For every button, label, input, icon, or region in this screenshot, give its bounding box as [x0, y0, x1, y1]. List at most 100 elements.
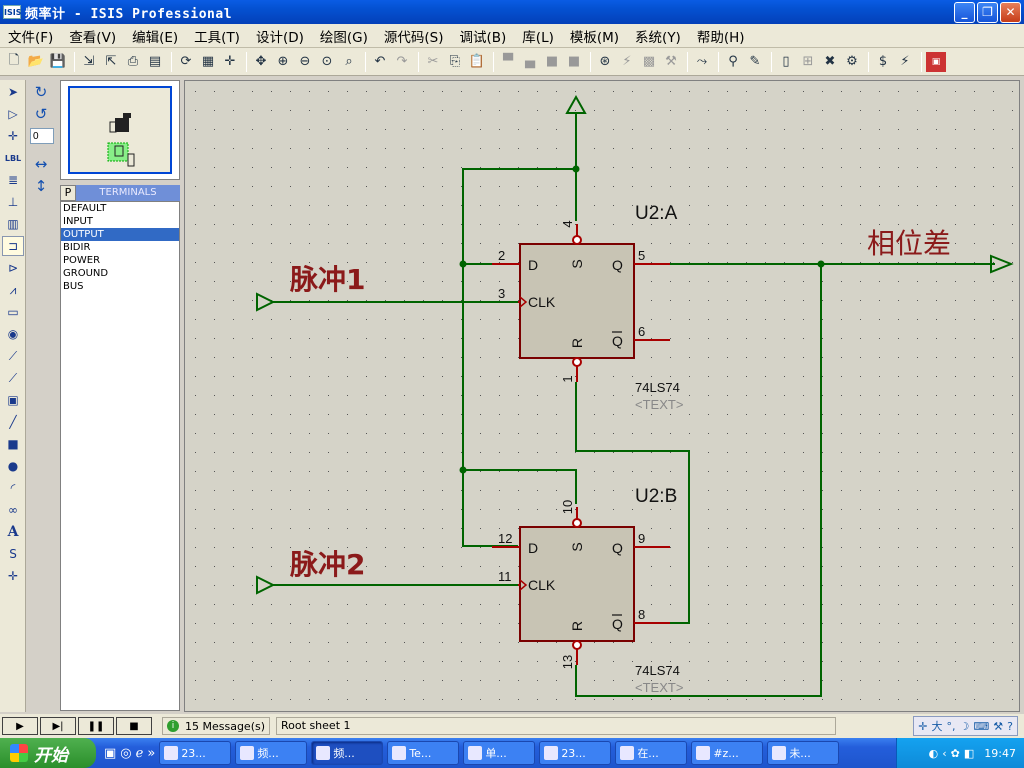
ime-mode-icon[interactable]: 大: [932, 718, 943, 734]
task-button-1[interactable]: 频...: [235, 741, 308, 765]
line-icon[interactable]: ╱: [2, 412, 24, 432]
ime-help-icon[interactable]: ?: [1007, 720, 1013, 733]
wire-label-icon[interactable]: LBL: [2, 148, 24, 168]
redo-icon[interactable]: ↷: [392, 52, 412, 72]
tray-expand-icon[interactable]: ‹: [942, 747, 946, 760]
terminal-item-output[interactable]: OUTPUT: [61, 228, 179, 241]
terminal-item-input[interactable]: INPUT: [61, 215, 179, 228]
restore-button[interactable]: ❐: [977, 2, 998, 23]
pause-button[interactable]: ❚❚: [78, 717, 114, 735]
menu-item-5[interactable]: 绘图(G): [312, 26, 376, 46]
menu-item-2[interactable]: 编辑(E): [124, 26, 186, 46]
show-desktop-icon[interactable]: ▣: [104, 746, 116, 761]
save-icon[interactable]: 💾: [48, 52, 68, 72]
close-button[interactable]: ✕: [1000, 2, 1021, 23]
copy-icon[interactable]: ⎘: [445, 52, 465, 72]
pan-icon[interactable]: ✥: [251, 52, 271, 72]
block-delete-icon[interactable]: ■: [564, 52, 584, 72]
rotation-angle-field[interactable]: [30, 128, 54, 144]
stop-button[interactable]: ■: [116, 717, 152, 735]
netlist-icon[interactable]: ⚡: [895, 52, 915, 72]
menu-item-3[interactable]: 工具(T): [186, 26, 248, 46]
refresh-icon[interactable]: ⟳: [176, 52, 196, 72]
origin-icon[interactable]: ✛: [220, 52, 240, 72]
selection-mode-icon[interactable]: ➤: [2, 82, 24, 102]
ime-keyboard-icon[interactable]: ⌨: [973, 720, 989, 733]
schematic-drawing[interactable]: D CLK Q Q S R 2 3 5 6 4 1 U2:A 74LS74 <TEXT> D CLK Q Q S R 12…: [185, 81, 1020, 712]
decompose-icon[interactable]: ⚒: [661, 52, 681, 72]
box-icon[interactable]: ■: [2, 434, 24, 454]
terminal-item-bus[interactable]: BUS: [61, 280, 179, 293]
task-button-3[interactable]: Te...: [387, 741, 460, 765]
menu-item-8[interactable]: 库(L): [514, 26, 562, 46]
mirror-horizontal-icon[interactable]: ↔: [30, 154, 52, 174]
task-button-6[interactable]: 在...: [615, 741, 688, 765]
terminal-item-power[interactable]: POWER: [61, 254, 179, 267]
terminal-item-ground[interactable]: GROUND: [61, 267, 179, 280]
goto-sheet-icon[interactable]: ✖: [820, 52, 840, 72]
make-device-icon[interactable]: ⚡: [617, 52, 637, 72]
remove-sheet-icon[interactable]: ⊞: [798, 52, 818, 72]
print-icon[interactable]: ⎙: [123, 52, 143, 72]
virtual-instruments-icon[interactable]: ▣: [2, 390, 24, 410]
bill-of-materials-icon[interactable]: ⚙: [842, 52, 862, 72]
path-icon[interactable]: ∞: [2, 500, 24, 520]
menu-item-1[interactable]: 查看(V): [61, 26, 124, 46]
menu-item-9[interactable]: 模板(M): [562, 26, 627, 46]
tray-app-icon[interactable]: ✿: [951, 747, 960, 760]
marker-icon[interactable]: ✛: [2, 566, 24, 586]
menu-item-11[interactable]: 帮助(H): [689, 26, 753, 46]
overview-window[interactable]: [60, 80, 180, 180]
schematic-canvas[interactable]: D CLK Q Q S R 2 3 5 6 4 1 U2:A 74LS74 <TEXT> D CLK Q Q S R 12…: [184, 80, 1020, 712]
text-icon[interactable]: A: [2, 522, 24, 542]
mirror-vertical-icon[interactable]: ↕: [30, 176, 52, 196]
terminal-item-default[interactable]: DEFAULT: [61, 202, 179, 215]
ime-punct-icon[interactable]: °,: [947, 720, 956, 733]
rotate-anticlockwise-icon[interactable]: ↺: [30, 104, 52, 124]
ares-icon[interactable]: ▣: [926, 51, 946, 72]
graph-mode-icon[interactable]: ⩘: [2, 280, 24, 300]
terminals-mode-icon[interactable]: ⊐: [2, 236, 24, 256]
menu-item-10[interactable]: 系统(Y): [627, 26, 689, 46]
isis-app-icon[interactable]: ISIS: [3, 5, 21, 19]
electrical-check-icon[interactable]: $: [873, 52, 893, 72]
text-script-icon[interactable]: ≣: [2, 170, 24, 190]
print-area-icon[interactable]: ▤: [145, 52, 165, 72]
search-tag-icon[interactable]: ⚲: [723, 52, 743, 72]
component-mode-icon[interactable]: ▷: [2, 104, 24, 124]
current-probe-icon[interactable]: ⟋: [2, 368, 24, 388]
rotate-clockwise-icon[interactable]: ↻: [30, 82, 52, 102]
zoom-all-icon[interactable]: ⊙: [317, 52, 337, 72]
arc-icon[interactable]: ◜: [2, 478, 24, 498]
subcircuit-icon[interactable]: ▥: [2, 214, 24, 234]
message-indicator[interactable]: i 15 Message(s): [162, 717, 271, 735]
wire-autorouter-icon[interactable]: ⤳: [692, 52, 712, 72]
task-button-0[interactable]: 23...: [159, 741, 232, 765]
junction-dot-icon[interactable]: ✛: [2, 126, 24, 146]
property-assign-icon[interactable]: ✎: [745, 52, 765, 72]
task-button-7[interactable]: #z...: [691, 741, 764, 765]
ime-tools-icon[interactable]: ⚒: [993, 720, 1003, 733]
ime-toggle-icon[interactable]: ✛: [918, 720, 927, 733]
task-button-2[interactable]: 频...: [311, 741, 384, 765]
tray-volume-icon[interactable]: ◧: [964, 747, 974, 760]
menu-item-7[interactable]: 调试(B): [452, 26, 515, 46]
zoom-in-icon[interactable]: ⊕: [273, 52, 293, 72]
task-button-5[interactable]: 23...: [539, 741, 612, 765]
menu-item-4[interactable]: 设计(D): [248, 26, 312, 46]
open-folder-icon[interactable]: 📂: [26, 52, 46, 72]
bus-icon[interactable]: ⊥: [2, 192, 24, 212]
tape-recorder-icon[interactable]: ▭: [2, 302, 24, 322]
block-copy-icon[interactable]: ▀: [498, 52, 518, 72]
block-rotate-icon[interactable]: ■: [542, 52, 562, 72]
more-chevron-icon[interactable]: »: [147, 746, 155, 761]
packaging-icon[interactable]: ▩: [639, 52, 659, 72]
circle-icon[interactable]: ●: [2, 456, 24, 476]
symbol-icon[interactable]: S: [2, 544, 24, 564]
start-button[interactable]: 开始: [0, 738, 96, 768]
step-button[interactable]: ▶|: [40, 717, 76, 735]
import-icon[interactable]: ⇲: [79, 52, 99, 72]
zoom-area-icon[interactable]: ⌕: [339, 52, 359, 72]
zoom-out-icon[interactable]: ⊖: [295, 52, 315, 72]
generator-icon[interactable]: ◉: [2, 324, 24, 344]
